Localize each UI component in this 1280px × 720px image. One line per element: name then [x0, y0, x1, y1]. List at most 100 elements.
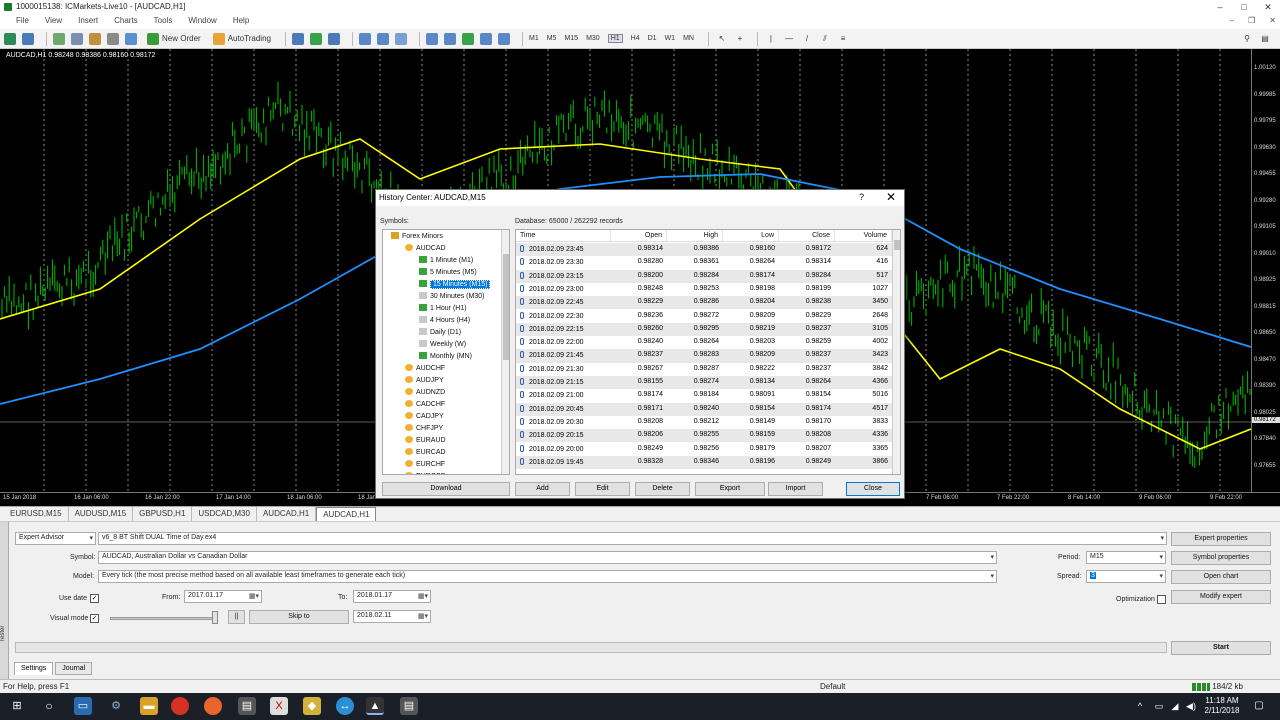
tree-node[interactable]: AUDJPY: [405, 376, 444, 384]
tree-node[interactable]: Forex Minors: [391, 232, 443, 240]
settings-icon[interactable]: ⚙: [107, 697, 125, 715]
tree-node[interactable]: Weekly (W): [419, 340, 466, 348]
autoscroll-icon[interactable]: [443, 32, 456, 45]
chart-tab-usdcad-m30[interactable]: USDCAD,M30: [192, 507, 257, 521]
tree-node[interactable]: Daily (D1): [419, 328, 461, 336]
tree-node[interactable]: EURAUD: [405, 436, 446, 444]
navigator-icon[interactable]: [89, 32, 101, 45]
grid-scrollbar[interactable]: [892, 230, 900, 474]
table-row[interactable]: 2018.02.09 21:15 0.98155 0.98274 0.98134 0.9…: [516, 376, 892, 390]
menu-tools[interactable]: Tools: [154, 14, 181, 29]
chart-shift-icon[interactable]: [425, 32, 438, 45]
period-d1[interactable]: D1: [648, 35, 657, 42]
column-open[interactable]: Open: [611, 230, 667, 241]
terminal-icon[interactable]: [107, 32, 119, 45]
tree-node[interactable]: Monthly (MN): [419, 352, 472, 360]
line-chart-icon[interactable]: [327, 32, 340, 45]
export-button[interactable]: Export: [695, 482, 765, 496]
to-date-picker[interactable]: 2018.01.17 ▦▾: [353, 590, 431, 603]
trendline-icon[interactable]: /: [800, 32, 814, 46]
tree-node[interactable]: CADJPY: [405, 412, 444, 420]
horizontal-line-icon[interactable]: —: [782, 32, 796, 46]
table-row[interactable]: 2018.02.09 20:45 0.98171 0.98240 0.98154 0.9…: [516, 402, 892, 416]
pause-button[interactable]: ||: [228, 610, 245, 624]
connection-status[interactable]: 184/2 kb: [1192, 682, 1278, 692]
market-watch-icon[interactable]: [53, 32, 65, 45]
search-icon[interactable]: ⚲: [1240, 32, 1254, 46]
periods-icon[interactable]: [479, 32, 492, 45]
dialog-help-icon[interactable]: ?: [859, 192, 864, 202]
tree-scroll-thumb[interactable]: [503, 254, 509, 360]
crosshair-icon[interactable]: +: [733, 32, 747, 46]
table-row[interactable]: 2018.02.09 21:00 0.98174 0.98184 0.98091 0.9…: [516, 389, 892, 402]
templates-icon[interactable]: [497, 32, 510, 45]
minimize-button[interactable]: –: [1208, 0, 1232, 14]
chart-tab-gbpusd-h1[interactable]: GBPUSD,H1: [133, 507, 193, 521]
symbols-tree[interactable]: Forex Minors AUDCAD 1 Minute (M1) 5 Minutes…: [382, 229, 510, 475]
tree-scrollbar[interactable]: [501, 230, 509, 474]
strategy-tester-icon[interactable]: [125, 32, 137, 45]
maximize-button[interactable]: □: [1232, 0, 1256, 14]
channel-icon[interactable]: ⫽: [818, 32, 832, 46]
chart-tab-audusd-m15[interactable]: AUDUSD,M15: [69, 507, 134, 521]
table-row[interactable]: 2018.02.09 21:30 0.98267 0.98287 0.98222 0.9…: [516, 363, 892, 376]
vertical-line-icon[interactable]: |: [764, 32, 778, 46]
menu-help[interactable]: Help: [233, 14, 257, 29]
chart-tab-audcad-h1[interactable]: AUDCAD,H1: [257, 507, 317, 521]
notes-icon[interactable]: ◆: [303, 697, 321, 715]
menu-charts[interactable]: Charts: [114, 14, 146, 29]
app-icon-generic[interactable]: ▤: [238, 697, 256, 715]
chrome-icon[interactable]: [171, 697, 189, 715]
tree-node[interactable]: 15 Minutes (M15): [419, 280, 491, 289]
zoom-in-icon[interactable]: [358, 32, 371, 45]
data-window-icon[interactable]: [71, 32, 83, 45]
visual-mode-checkbox[interactable]: ✓: [90, 614, 99, 623]
mdi-close-button[interactable]: ✕: [1269, 16, 1276, 25]
new-order-button[interactable]: New Order: [143, 32, 205, 46]
chat-icon[interactable]: ▤: [1258, 32, 1272, 46]
symbol-select[interactable]: AUDCAD, Australian Dollar vs Canadian Do…: [98, 551, 997, 564]
fibonacci-icon[interactable]: ≡: [836, 32, 850, 46]
grid-scroll-thumb[interactable]: [894, 240, 900, 250]
tile-windows-icon[interactable]: [394, 32, 407, 45]
open-chart-button[interactable]: Open chart: [1171, 570, 1271, 584]
dialog-close-icon[interactable]: ✕: [886, 190, 896, 204]
period-w1[interactable]: W1: [665, 35, 676, 42]
optimization-checkbox[interactable]: [1157, 595, 1166, 604]
tree-node[interactable]: EURCHF: [405, 460, 445, 468]
model-select[interactable]: Every tick (the most precise method base…: [98, 570, 997, 583]
tree-node[interactable]: AUDNZD: [405, 388, 445, 396]
notification-chevron-icon[interactable]: ^: [1131, 697, 1149, 715]
table-row[interactable]: 2018.02.09 19:45 0.98328 0.98346 0.98196 0.9…: [516, 455, 892, 470]
symbol-properties-button[interactable]: Symbol properties: [1171, 551, 1271, 565]
table-row[interactable]: 2018.02.09 23:15 0.98200 0.98284 0.98174 0.9…: [516, 269, 892, 283]
menu-view[interactable]: View: [45, 14, 70, 29]
table-row[interactable]: 2018.02.09 20:30 0.98208 0.98212 0.98149 0.9…: [516, 416, 892, 429]
menu-window[interactable]: Window: [188, 14, 224, 29]
bar-chart-icon[interactable]: [291, 32, 304, 45]
tree-node[interactable]: EURGBP: [405, 472, 446, 474]
skip-date-picker[interactable]: 2018.02.11 ▦▾: [353, 610, 431, 623]
tab-settings[interactable]: Settings: [14, 662, 54, 675]
table-row[interactable]: 2018.02.09 23:00 0.98248 0.98253 0.98198 0.9…: [516, 283, 892, 296]
new-chart-icon[interactable]: [4, 32, 16, 45]
download-button[interactable]: Download: [382, 482, 510, 496]
modify-expert-button[interactable]: Modify expert: [1171, 590, 1271, 604]
chart-tab-eurusd-m15[interactable]: EURUSD,M15: [4, 507, 69, 521]
action-center-icon[interactable]: ▢: [1250, 697, 1268, 715]
indicators-icon[interactable]: [461, 32, 474, 45]
file-explorer-icon[interactable]: ▬: [140, 697, 158, 715]
use-date-checkbox[interactable]: ✓: [90, 594, 99, 603]
cortana-icon[interactable]: ○: [40, 697, 58, 715]
add-button[interactable]: Add: [515, 482, 570, 496]
firefox-icon[interactable]: [204, 697, 222, 715]
start-icon[interactable]: ⊞: [8, 697, 26, 715]
period-m15[interactable]: M15: [564, 35, 578, 42]
table-row[interactable]: 2018.02.09 23:30 0.98280 0.98361 0.98264 0.9…: [516, 256, 892, 269]
expert-properties-button[interactable]: Expert properties: [1171, 532, 1271, 546]
column-high[interactable]: High: [667, 230, 723, 241]
taskbar-clock[interactable]: 11:18 AM 2/11/2018: [1200, 696, 1244, 716]
history-grid[interactable]: Time Open High Low Close Volume 2018.02.…: [515, 229, 901, 475]
period-select[interactable]: M15 ▾: [1086, 551, 1166, 564]
period-m1[interactable]: M1: [529, 35, 539, 42]
